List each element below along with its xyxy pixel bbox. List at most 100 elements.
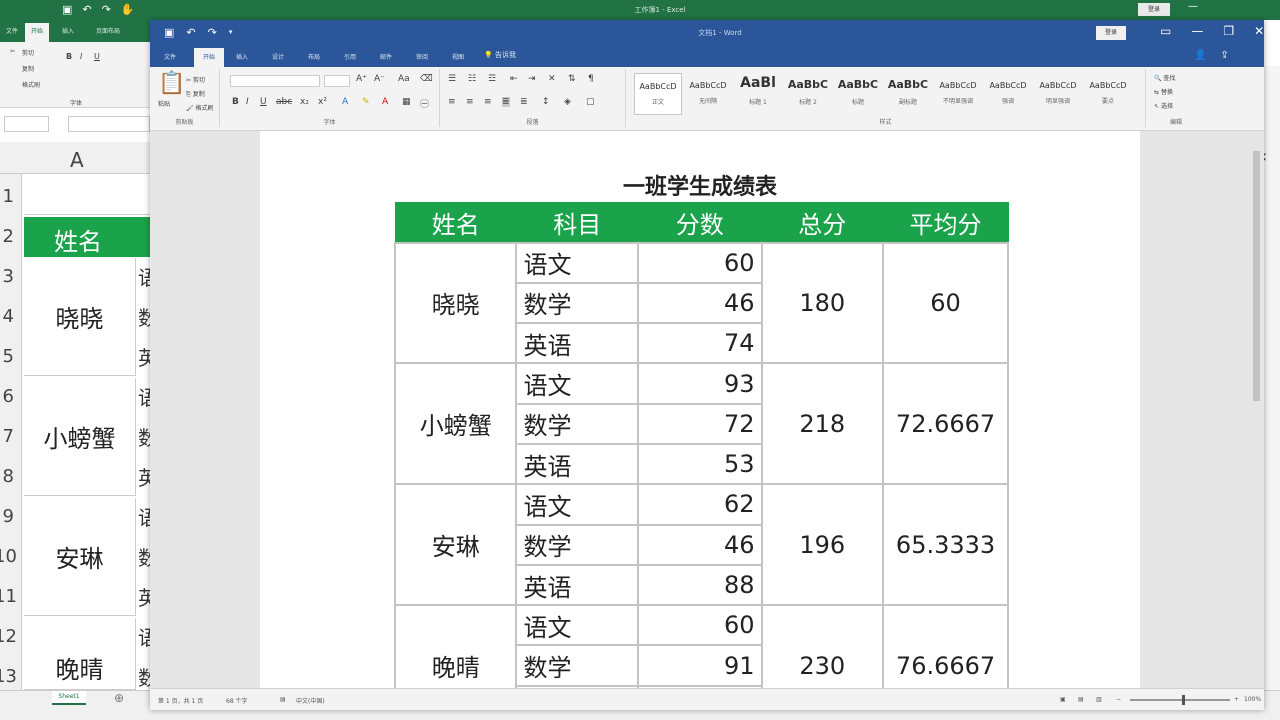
total-cell[interactable]: 230 (760, 604, 885, 688)
row-header[interactable]: 10 (0, 546, 17, 567)
score-cell[interactable]: 60 (636, 604, 763, 647)
total-cell[interactable]: 180 (760, 241, 885, 365)
numbering-icon[interactable]: ☷ (468, 74, 476, 84)
line-spacing-icon[interactable]: ↕ (542, 97, 550, 107)
subject-cell[interactable]: 语文 (515, 604, 639, 647)
share-icon[interactable]: ⇪ (1220, 50, 1228, 61)
subject-cell[interactable]: 数学 (515, 523, 639, 566)
style-normal[interactable]: AaBbCcD 正文 (634, 73, 682, 115)
excel-format-painter[interactable]: 格式刷 (22, 80, 40, 89)
document-page[interactable]: 一班学生成绩表 姓名 科目 分数 总分 平均分 晓晓 语文 60 180 60 … (260, 131, 1140, 688)
zoom-slider-knob[interactable] (1182, 695, 1185, 705)
underline-icon[interactable]: U (260, 97, 267, 107)
excel-name-cell[interactable]: 小螃蟹 (24, 378, 136, 496)
student-name-cell[interactable]: 晓晓 (393, 241, 518, 365)
student-name-cell[interactable]: 晚晴 (393, 604, 518, 688)
excel-cut[interactable]: 剪切 (22, 48, 34, 57)
restore-icon[interactable]: ❐ (1223, 24, 1234, 38)
save-icon[interactable]: ▣ (164, 26, 174, 39)
excel-tab-home[interactable]: 开始 (25, 23, 49, 42)
grade-table[interactable]: 姓名 科目 分数 总分 平均分 晓晓 语文 60 180 60 数学 46 英语… (393, 202, 1009, 688)
score-cell[interactable]: 74 (636, 322, 763, 365)
bold-icon[interactable]: B (232, 97, 239, 107)
row-header[interactable]: 3 (0, 266, 14, 287)
column-header[interactable]: 平均分 (882, 202, 1009, 243)
tab-view[interactable]: 视图 (452, 52, 464, 61)
increase-indent-icon[interactable]: ⇥ (528, 74, 536, 84)
excel-header-cell[interactable]: 姓名 (24, 217, 150, 257)
style-title[interactable]: AaBbC 标题 (834, 73, 882, 115)
close-icon[interactable]: ✕ (1254, 24, 1264, 38)
read-mode-icon[interactable]: ▣ (1060, 696, 1066, 703)
average-cell[interactable]: 65.3333 (882, 483, 1009, 607)
row-header[interactable]: 7 (0, 426, 14, 447)
align-right-icon[interactable]: ≡ (484, 97, 492, 107)
excel-name-cell[interactable]: 晚晴 (24, 618, 136, 690)
font-name-select[interactable] (230, 75, 320, 87)
row-header[interactable]: 8 (0, 466, 14, 487)
column-header[interactable]: 总分 (761, 202, 884, 243)
redo-icon[interactable]: ↷ (102, 3, 111, 16)
decrease-indent-icon[interactable]: ⇤ (510, 74, 518, 84)
char-shading-icon[interactable]: ▦ (402, 97, 411, 107)
subject-cell[interactable]: 英语 (515, 563, 639, 607)
style-intense-emphasis[interactable]: AaBbCcD 明显强调 (1034, 73, 1082, 115)
minimize-icon[interactable]: — (1191, 24, 1203, 38)
sheet-tab[interactable]: Sheet1 (52, 691, 86, 705)
language[interactable]: 中文(中国) (296, 696, 325, 705)
tab-review[interactable]: 审阅 (416, 52, 428, 61)
total-cell[interactable]: 196 (760, 483, 885, 607)
tab-design[interactable]: 设计 (272, 52, 284, 61)
underline-icon[interactable]: U (94, 52, 100, 61)
row-header[interactable]: 4 (0, 306, 14, 327)
distributed-icon[interactable]: ≣ (520, 97, 528, 107)
find-button[interactable]: 🔍 查找 (1154, 73, 1175, 82)
page-count[interactable]: 第 1 页，共 1 页 (158, 696, 203, 705)
subject-cell[interactable]: 英语 (515, 322, 639, 365)
ribbon-display-icon[interactable]: ▭ (1160, 24, 1171, 38)
average-cell[interactable]: 72.6667 (882, 362, 1009, 486)
subject-cell[interactable]: 语文 (515, 362, 639, 405)
web-layout-icon[interactable]: ▥ (1096, 696, 1102, 703)
grow-font-icon[interactable]: A⁺ (356, 74, 367, 84)
align-center-icon[interactable]: ≡ (466, 97, 474, 107)
font-color-icon[interactable]: A (382, 97, 388, 107)
change-case-icon[interactable]: Aa (398, 74, 410, 84)
highlight-icon[interactable]: ✎ (362, 97, 370, 107)
bold-icon[interactable]: B (66, 52, 72, 61)
enclose-char-icon[interactable]: ㊀ (420, 97, 429, 110)
multilevel-list-icon[interactable]: ☲ (488, 74, 496, 84)
vertical-scrollbar[interactable] (1250, 131, 1264, 688)
column-header[interactable]: 分数 (637, 202, 762, 243)
subject-cell[interactable]: 语文 (515, 241, 639, 284)
print-layout-icon[interactable]: ▤ (1078, 696, 1084, 703)
zoom-in-icon[interactable]: + (1234, 696, 1239, 703)
paste-label[interactable]: 粘贴 (158, 99, 170, 108)
customize-qat-icon[interactable]: ▾ (229, 26, 233, 39)
tab-layout[interactable]: 布局 (308, 52, 320, 61)
word-login-button[interactable]: 登录 (1096, 26, 1126, 40)
tab-references[interactable]: 引用 (344, 52, 356, 61)
justify-icon[interactable]: ≣ (502, 97, 510, 107)
column-a-header[interactable]: A (70, 148, 84, 172)
average-cell[interactable]: 76.6667 (882, 604, 1009, 688)
student-name-cell[interactable]: 小螃蟹 (393, 362, 518, 486)
align-left-icon[interactable]: ≡ (448, 97, 456, 107)
text-effects-icon[interactable]: A (342, 97, 348, 107)
score-cell[interactable]: 62 (636, 483, 763, 526)
minimize-icon[interactable]: — (1188, 1, 1198, 12)
word-count[interactable]: 68 个字 (226, 696, 248, 705)
redo-icon[interactable]: ↷ (208, 26, 217, 39)
excel-tab-page-layout[interactable]: 页面布局 (96, 26, 120, 35)
style-emphasis[interactable]: AaBbCcD 强调 (984, 73, 1032, 115)
show-marks-icon[interactable]: ¶ (588, 74, 594, 84)
formula-bar[interactable] (68, 116, 150, 132)
cut-button[interactable]: ✂ 剪切 (186, 75, 205, 84)
copy-button[interactable]: ⎘ 复制 (186, 89, 205, 99)
row-header[interactable]: 13 (0, 666, 17, 687)
italic-icon[interactable]: I (80, 52, 82, 61)
style-heading-2[interactable]: AaBbC 标题 2 (784, 73, 832, 115)
row-header[interactable]: 9 (0, 506, 14, 527)
row-header[interactable]: 5 (0, 346, 14, 367)
row-header[interactable]: 12 (0, 626, 17, 647)
